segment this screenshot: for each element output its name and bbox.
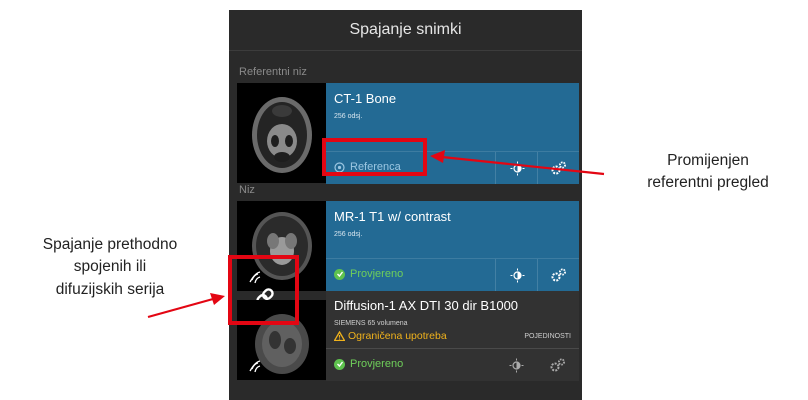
brightness-icon <box>509 358 523 372</box>
link-callout-line: difuzijskih serija <box>55 280 165 298</box>
diffusion-series-volumes: SIEMENS 65 volumena <box>334 320 408 327</box>
settings-button[interactable] <box>537 152 580 184</box>
settings-button[interactable] <box>537 259 580 291</box>
ct-skull-image <box>252 97 312 173</box>
mr-series-card[interactable]: MR-1 T1 w/ contrast 256 odsj. Provjereno <box>326 201 579 291</box>
brightness-icon <box>510 268 524 282</box>
check-icon <box>334 268 345 280</box>
diffusion-actions: Provjereno <box>326 348 579 381</box>
link-highlight-box <box>228 255 299 325</box>
check-icon <box>334 358 345 370</box>
ct-thumbnail[interactable] <box>237 83 327 183</box>
settings-button[interactable] <box>537 349 579 381</box>
mr-status: Provjereno <box>334 268 403 280</box>
warning-icon <box>334 331 345 341</box>
diffusion-series-title: Diffusion-1 AX DTI 30 dir B1000 <box>334 298 519 313</box>
mr-status-label: Provjereno <box>350 268 404 280</box>
reference-callout: Promijenjen referentni pregled <box>612 150 804 195</box>
diffusion-status: Provjereno <box>334 358 403 370</box>
reference-series-title: CT-1 Bone <box>334 91 397 106</box>
reference-series-slices: 256 odsj. <box>334 113 363 120</box>
diffusion-series-card[interactable]: Diffusion-1 AX DTI 30 dir B1000 SIEMENS … <box>326 291 579 381</box>
panel-title: Spajanje snimki <box>229 10 582 51</box>
brightness-icon <box>510 161 524 175</box>
diffusion-status-label: Provjereno <box>350 358 404 370</box>
brightness-button[interactable] <box>495 349 537 381</box>
link-callout: Spajanje prethodno spojenih ili difuzijs… <box>4 234 216 301</box>
fusion-panel: Spajanje snimki Referentni niz CT-1 Bone… <box>229 10 582 400</box>
limited-use-label: Ograničena upotreba <box>348 330 447 342</box>
series-section-label: Niz <box>239 184 255 196</box>
mr-series-slices: 256 odsj. <box>334 231 363 238</box>
details-link[interactable]: POJEDINOSTI <box>524 333 571 340</box>
reference-section-label: Referentni niz <box>239 66 307 78</box>
brightness-button[interactable] <box>495 152 538 184</box>
reference-callout-line: Promijenjen <box>667 152 749 169</box>
reference-callout-line: referentni pregled <box>647 174 769 192</box>
link-callout-line: spojenih ili <box>73 258 147 276</box>
link-callout-line: Spajanje prethodno <box>42 236 178 253</box>
gears-icon <box>551 161 566 175</box>
mr-series-title: MR-1 T1 w/ contrast <box>334 209 451 224</box>
limited-use-warning: Ograničena upotreba <box>334 330 447 342</box>
diffusion-icon <box>249 360 261 373</box>
brightness-button[interactable] <box>495 259 538 291</box>
reference-highlight-box <box>322 138 427 176</box>
mr-actions: Provjereno <box>326 258 579 291</box>
gears-icon <box>550 358 565 372</box>
gears-icon <box>551 268 566 282</box>
